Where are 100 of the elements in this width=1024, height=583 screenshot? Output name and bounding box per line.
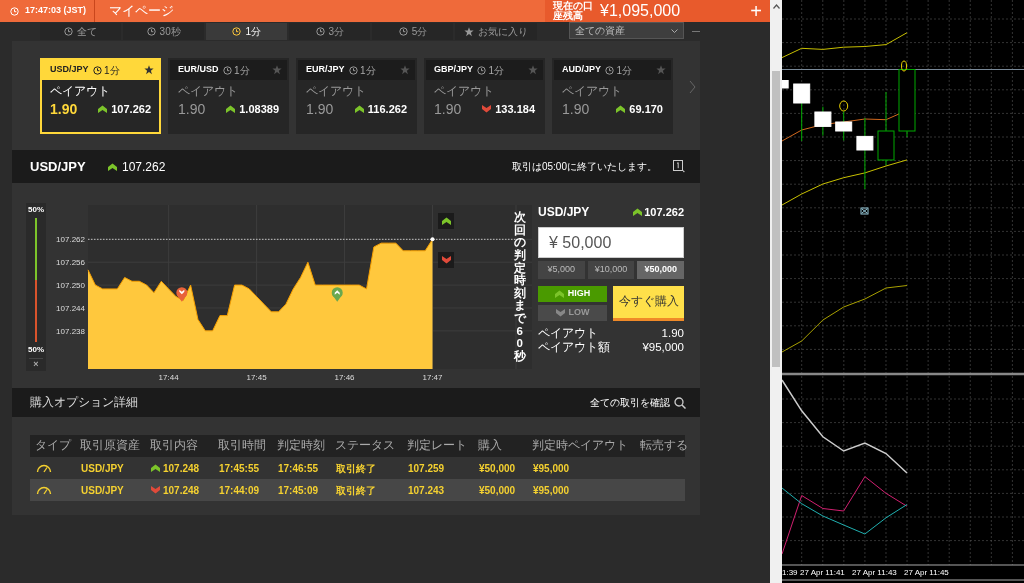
- clock-text: 17:47:03 (JST): [25, 4, 87, 18]
- payout-label: ペイアウト: [562, 85, 623, 99]
- column-header: 取引原資産: [79, 438, 141, 454]
- table-cell-text: USD/JPY: [80, 461, 125, 476]
- percent-label: 50%: [28, 344, 44, 356]
- scroll-thumb[interactable]: [772, 71, 780, 367]
- table-cell-text: 107.248: [163, 461, 200, 476]
- duration-text: 1分: [488, 63, 505, 78]
- filter-tab[interactable]: 30秒: [123, 23, 205, 40]
- low-button[interactable]: [438, 252, 454, 268]
- axis-label: 107.244: [56, 304, 85, 313]
- pair-name: EUR/JPY: [306, 63, 345, 77]
- high-button[interactable]: HIGH: [538, 286, 607, 302]
- view-all-link[interactable]: 全ての取引を確認: [590, 395, 670, 410]
- payout-value: 1.90: [178, 99, 206, 119]
- filter-tab[interactable]: 1分: [206, 23, 288, 40]
- table-cell-text: 17:45:09: [277, 483, 320, 498]
- asset-card[interactable]: GBP/JPY 1分 ペイアウト 1.90 133.184: [424, 58, 545, 134]
- column-header: ステータス: [334, 438, 396, 454]
- axis-label: 107.262: [56, 235, 85, 245]
- chart-mode-icon: [673, 160, 686, 173]
- table-row[interactable]: USD/JPY 107.248 17:45:55 17:46:55 取引終了 107.259 ¥50,000 ¥95,000: [30, 457, 685, 479]
- column-header: 判定レート: [406, 438, 468, 454]
- table-cell-text: 取引終了: [335, 461, 377, 476]
- filter-tab[interactable]: 全て: [40, 23, 122, 40]
- candle: [898, 69, 916, 138]
- high-button[interactable]: [438, 213, 454, 229]
- axis-label: 17:47: [422, 373, 443, 382]
- notice-text: 取引は05:00に終了いたします。: [511, 160, 657, 174]
- duration-text: 1分: [360, 63, 376, 78]
- payout-label: ペイアウト: [50, 85, 111, 99]
- axis-label: 17:45: [246, 373, 267, 382]
- axis-label: 17:44: [158, 373, 179, 382]
- table-cell-text: USD/JPY: [80, 483, 125, 498]
- circle-mark: [839, 100, 849, 112]
- filter-tab[interactable]: 3分: [289, 23, 371, 40]
- column-header: タイプ: [34, 438, 73, 454]
- column-header: 取引内容: [149, 438, 199, 454]
- payout-value: 1.90: [434, 99, 462, 119]
- rate-text: 107.262: [111, 102, 151, 118]
- clock-icon: [477, 65, 486, 75]
- asset-card[interactable]: USD/JPY 1分 ペイアウト 1.90 107.262: [40, 58, 161, 134]
- gauge-icon: [36, 485, 52, 495]
- filter-tab[interactable]: お気に入り: [455, 23, 537, 40]
- payout-amount-value: ¥95,000: [642, 341, 684, 355]
- scrollbar[interactable]: [770, 0, 782, 583]
- amount-preset-button[interactable]: ¥50,000: [637, 261, 684, 279]
- up-arrow-icon: [441, 217, 451, 225]
- payout-label: ペイアウト: [434, 85, 495, 99]
- table-row[interactable]: USD/JPY 107.248 17:44:09 17:45:09 取引終了 107.243 ¥50,000 ¥95,000: [30, 479, 685, 501]
- caret-icon: [671, 28, 679, 33]
- table-cell-text: 17:44:09: [218, 483, 261, 498]
- candle: [782, 80, 789, 89]
- buy-button[interactable]: 今すぐ購入: [613, 286, 684, 321]
- amount-preset-button[interactable]: ¥10,000: [587, 261, 635, 279]
- amount-field[interactable]: ¥ 50,000: [538, 227, 684, 258]
- rate-text: 1.08389: [239, 102, 279, 118]
- column-header: 判定時ペイアウト: [531, 438, 629, 454]
- clock-icon: [222, 65, 232, 75]
- asset-card[interactable]: EUR/JPY 1分 ペイアウト 1.90 116.262: [296, 58, 417, 134]
- candle: [835, 111, 853, 141]
- clock-icon: [146, 27, 156, 36]
- column-header: 購入: [477, 438, 503, 454]
- table-cell-text: ¥50,000: [478, 483, 517, 498]
- table-cell-text: 17:46:55: [277, 461, 320, 476]
- filter-tab[interactable]: 5分: [372, 23, 454, 40]
- mypage-link[interactable]: マイページ: [95, 1, 174, 21]
- star-icon: [272, 65, 282, 75]
- search-icon: [674, 396, 686, 409]
- crossed-box-icon: [860, 207, 869, 215]
- asset-card[interactable]: AUD/JPY 1分 ペイアウト 1.90 69.170: [552, 58, 673, 134]
- rate-text: 107.262: [122, 158, 166, 176]
- clock-icon: [92, 65, 102, 75]
- clock-icon: [605, 65, 614, 75]
- rate-text: 69.170: [629, 102, 663, 118]
- payout-value: 1.90: [661, 327, 684, 341]
- pair-title: USD/JPY: [538, 204, 590, 221]
- axis-label: 27 Apr 11:41: [800, 568, 845, 577]
- scroll-up-icon[interactable]: [772, 4, 780, 9]
- asset-card[interactable]: EUR/USD 1分 ペイアウト 1.90 1.08389: [168, 58, 289, 134]
- candle: [814, 106, 832, 137]
- table-cell-text: 107.259: [407, 461, 446, 476]
- payout-value: 1.90: [50, 99, 78, 119]
- payout-label: ペイアウト: [306, 85, 367, 99]
- clock-icon: [10, 6, 19, 16]
- axis-label: 17:46: [334, 373, 355, 382]
- duration-text: 1分: [104, 63, 120, 78]
- low-entry-marker: [176, 287, 188, 302]
- star-icon: [528, 65, 538, 75]
- asset-select[interactable]: 全ての資産: [568, 22, 685, 39]
- add-button[interactable]: +: [750, 1, 762, 21]
- clock-icon: [232, 27, 242, 36]
- close-button[interactable]: ×: [29, 358, 43, 370]
- low-button[interactable]: LOW: [538, 305, 607, 321]
- axis-label: 107.256: [56, 258, 85, 268]
- amount-preset-button[interactable]: ¥5,000: [538, 261, 585, 279]
- next-button[interactable]: [689, 79, 696, 95]
- current-price-dot: [430, 237, 435, 242]
- column-header: 判定時刻: [276, 438, 326, 454]
- payout-label: ペイアウト: [178, 85, 239, 99]
